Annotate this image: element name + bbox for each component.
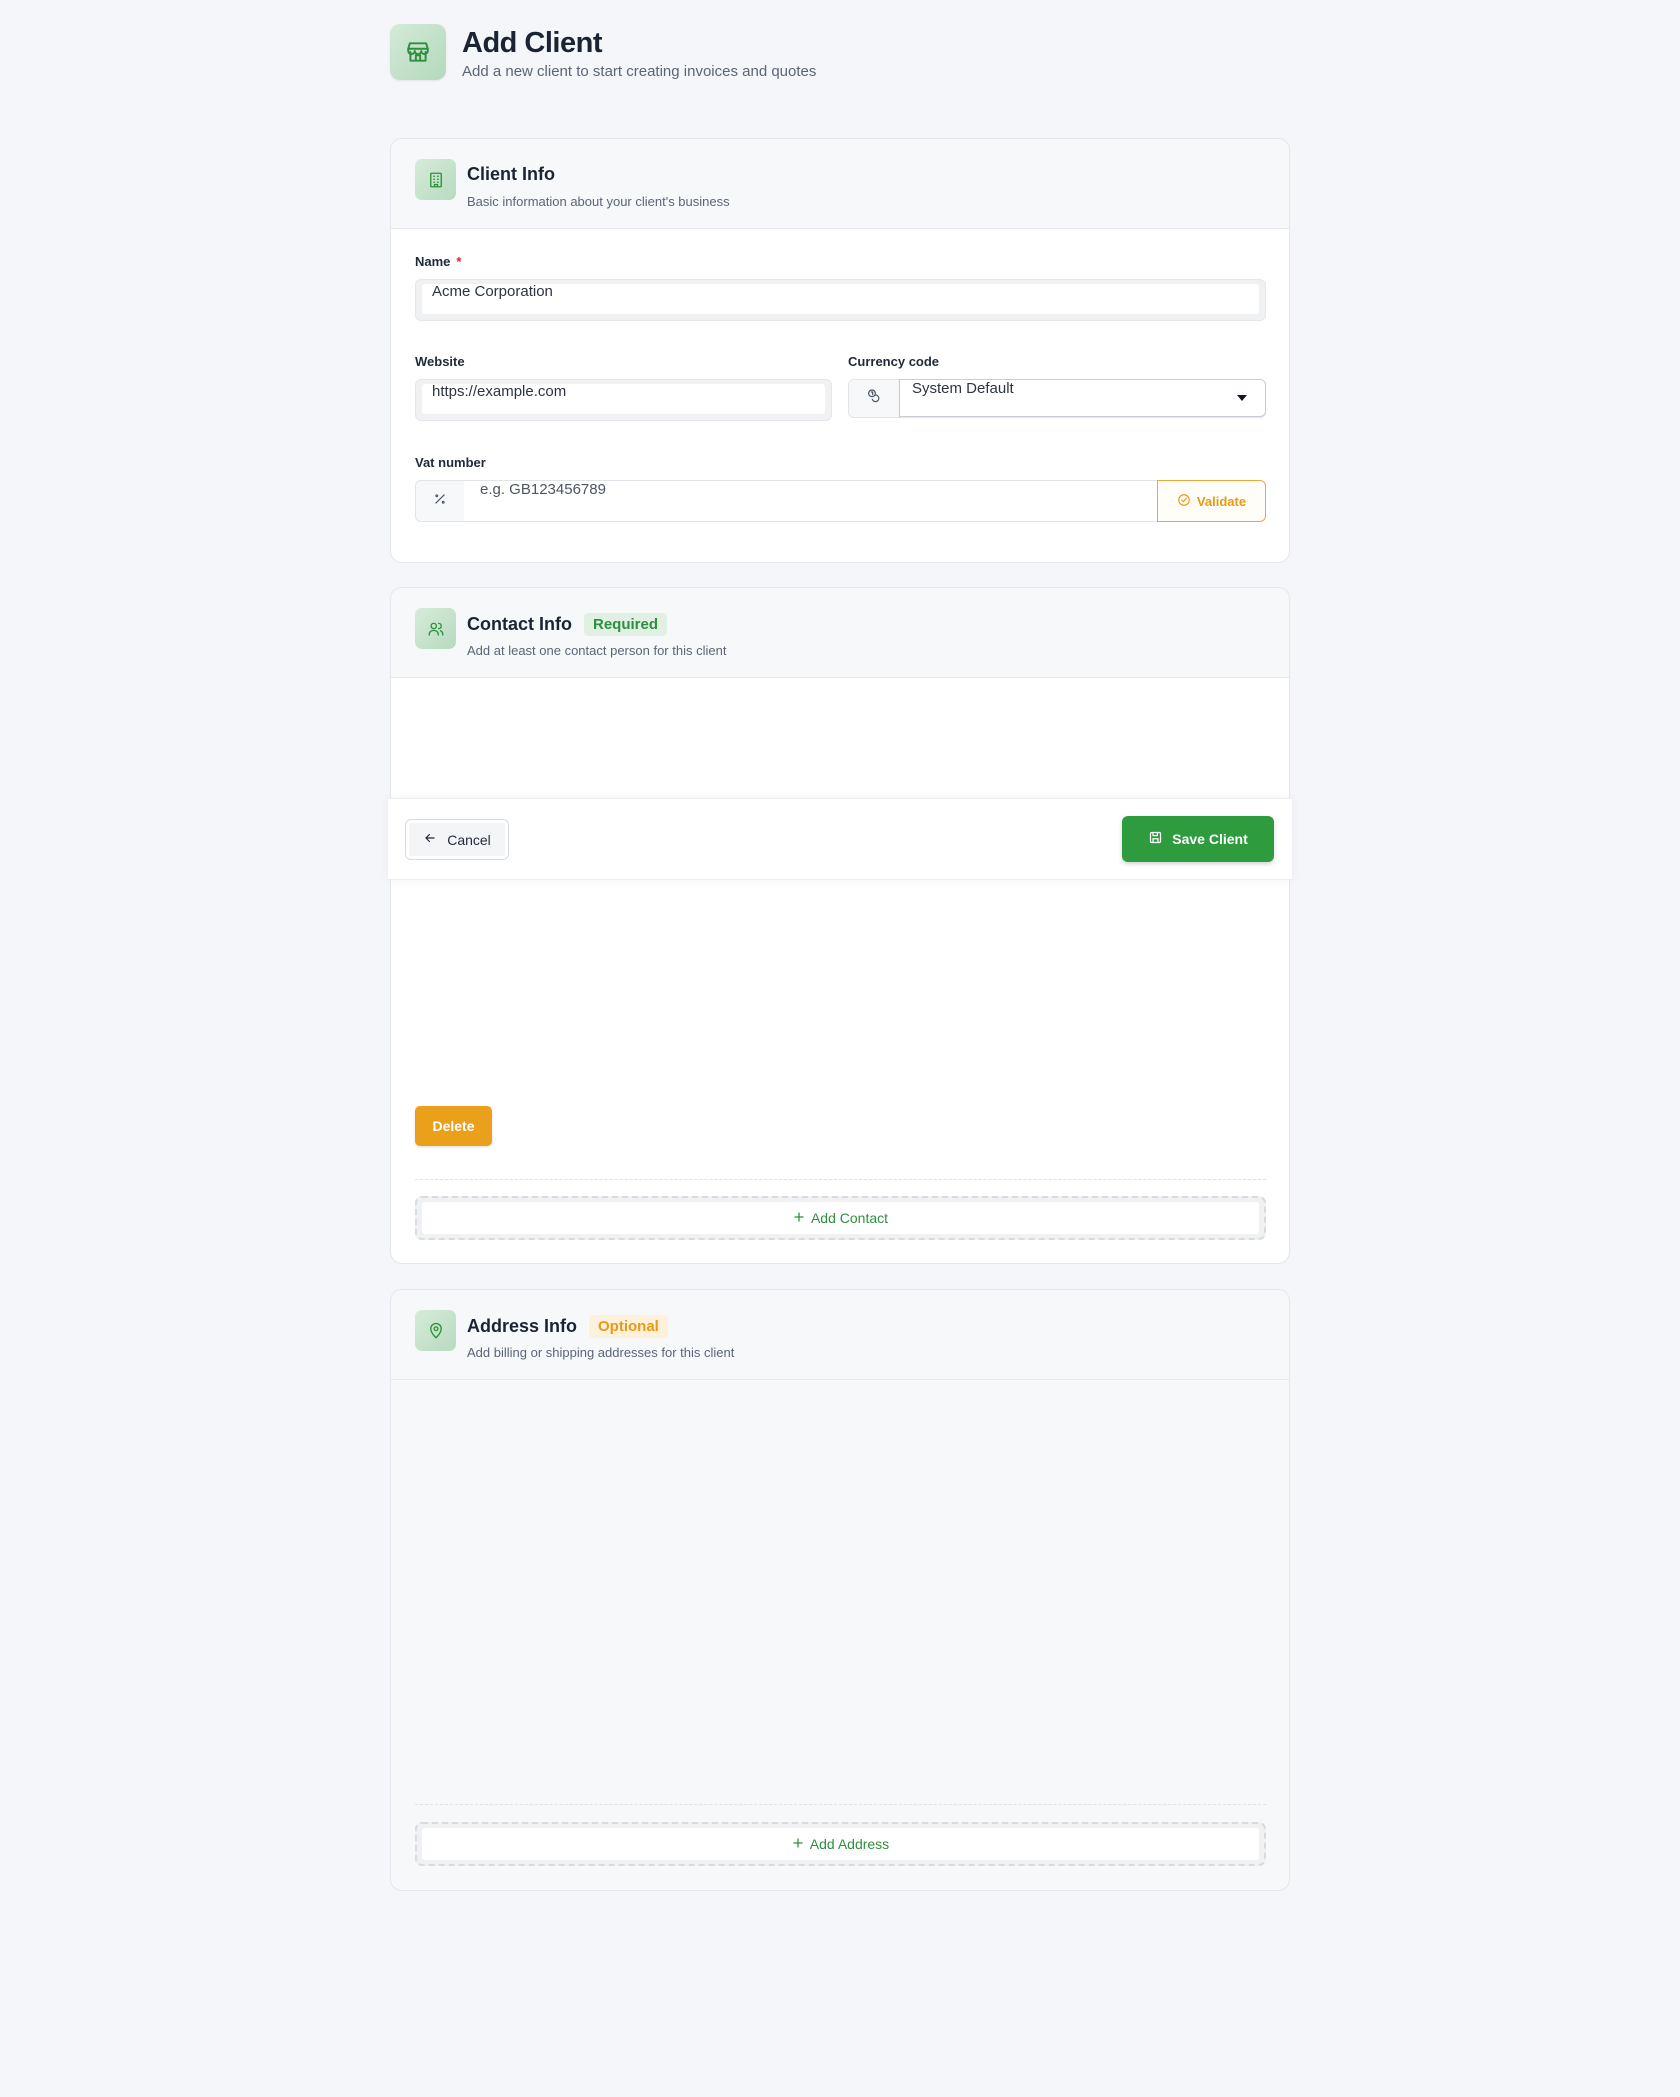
add-contact-button[interactable]: Add Contact (422, 1202, 1259, 1234)
address-info-card: Address Info Optional Add billing or shi… (390, 1289, 1290, 1891)
required-star: * (456, 254, 462, 269)
address-list: Add Address (391, 1380, 1289, 1890)
required-badge: Required (584, 613, 668, 636)
website-input[interactable]: https://example.com (422, 384, 825, 414)
add-contact-label: Add Contact (810, 1210, 889, 1226)
save-client-label: Save Client (1172, 831, 1248, 847)
address-info-title: Address Info Optional (467, 1315, 668, 1338)
store-icon (390, 24, 446, 80)
action-bar: Cancel Save Client (388, 798, 1292, 880)
plus-icon (792, 1836, 804, 1852)
currency-select[interactable]: System Default (899, 379, 1266, 417)
currency-addon (848, 379, 900, 418)
save-icon (1148, 830, 1163, 848)
divider (415, 1804, 1266, 1805)
percent-icon (433, 492, 447, 511)
contact-info-card: Contact Info Required Add at least one c… (390, 587, 1290, 1264)
currency-label: Currency code (848, 354, 940, 369)
users-icon (415, 608, 456, 649)
add-contact-field[interactable]: Add Contact (415, 1196, 1266, 1240)
name-field[interactable]: Acme Corporation (415, 279, 1266, 321)
contact-info-title-text: Contact Info (467, 614, 572, 634)
cancel-button[interactable]: Cancel (405, 819, 509, 860)
name-label-text: Name (415, 254, 451, 269)
divider (415, 1179, 1266, 1180)
save-client-button[interactable]: Save Client (1122, 816, 1274, 862)
address-info-description: Add billing or shipping addresses for th… (467, 1345, 735, 1360)
optional-badge: Optional (589, 1315, 668, 1338)
vat-input[interactable]: e.g. GB123456789 (464, 480, 1158, 522)
name-input[interactable]: Acme Corporation (422, 284, 1259, 314)
address-info-header: Address Info Optional Add billing or shi… (391, 1290, 1289, 1380)
name-label: Name * (415, 254, 461, 269)
add-address-label: Add Address (809, 1836, 890, 1852)
check-circle-icon (1177, 493, 1191, 510)
coins-icon (866, 388, 882, 409)
arrow-left-icon (423, 831, 437, 848)
client-info-title: Client Info (467, 164, 555, 184)
page-title: Add Client (462, 26, 603, 59)
currency-selected-value: System Default (912, 380, 1014, 397)
map-pin-icon (415, 1310, 456, 1351)
cancel-label: Cancel (447, 831, 491, 848)
vat-label: Vat number (415, 455, 486, 470)
contact-info-title: Contact Info Required (467, 613, 668, 636)
building-icon (415, 159, 456, 200)
client-info-card: Client Info Basic information about your… (390, 138, 1290, 563)
chevron-down-icon (1237, 395, 1247, 401)
contact-info-description: Add at least one contact person for this… (467, 643, 727, 658)
client-info-header: Client Info Basic information about your… (391, 139, 1289, 229)
address-info-title-text: Address Info (467, 1316, 578, 1336)
plus-icon (793, 1210, 805, 1226)
contact-info-header: Contact Info Required Add at least one c… (391, 588, 1289, 678)
website-label: Website (415, 354, 465, 369)
page-header: Add Client Add a new client to start cre… (390, 24, 816, 80)
delete-contact-button[interactable]: Delete (415, 1106, 492, 1146)
client-info-description: Basic information about your client's bu… (467, 194, 730, 209)
add-address-button[interactable]: Add Address (422, 1828, 1259, 1860)
website-field[interactable]: https://example.com (415, 379, 832, 421)
vat-addon (415, 480, 465, 522)
add-address-field[interactable]: Add Address (415, 1822, 1266, 1866)
validate-button[interactable]: Validate (1157, 480, 1266, 522)
validate-label: Validate (1196, 493, 1247, 509)
page-subtitle: Add a new client to start creating invoi… (462, 62, 817, 80)
